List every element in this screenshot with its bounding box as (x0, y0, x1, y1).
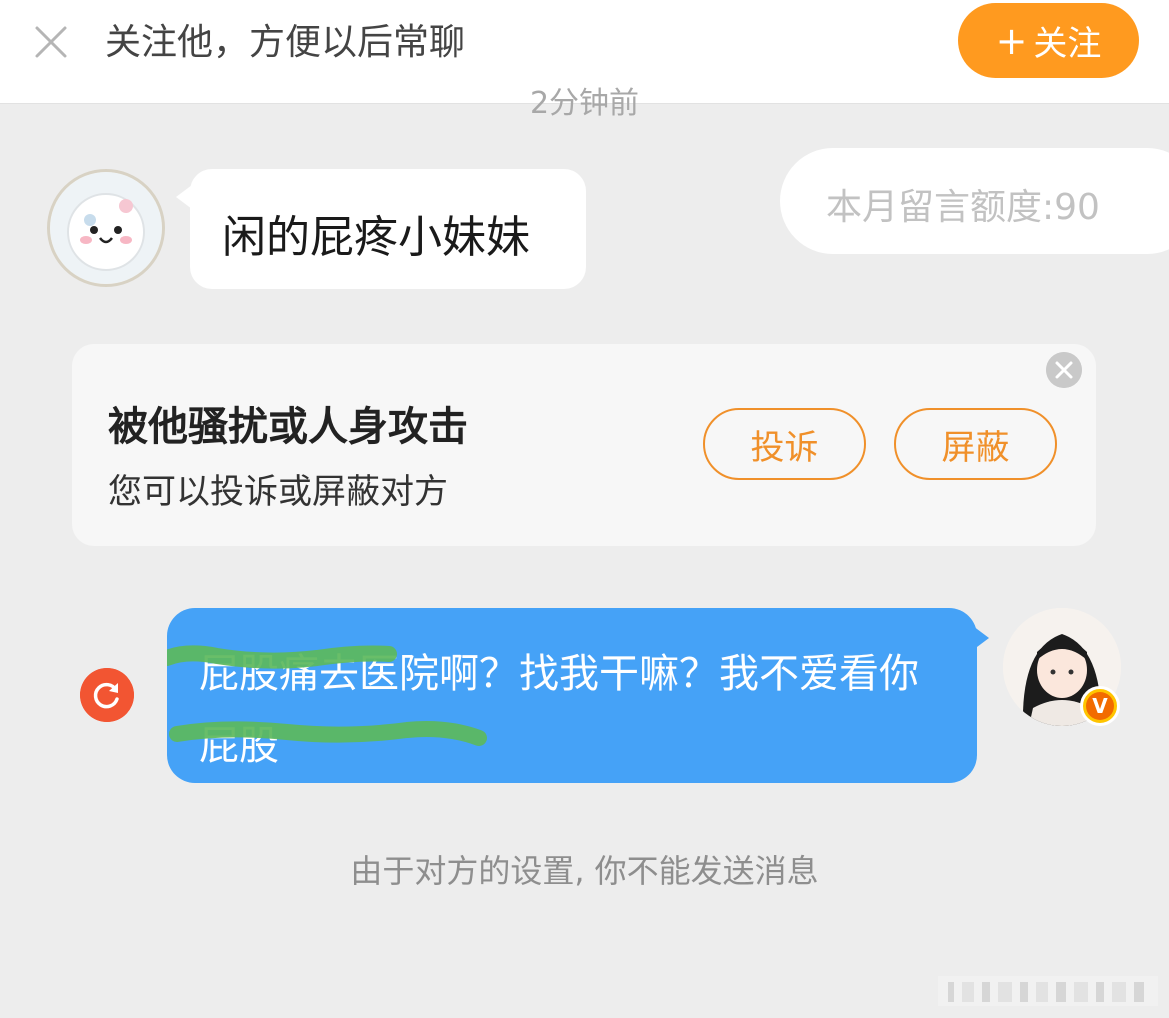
verified-badge: V (1080, 686, 1120, 726)
verified-v-icon: V (1086, 692, 1114, 720)
card-title: 被他骚扰或人身攻击 (108, 404, 468, 450)
incoming-message-bubble[interactable]: 闲的屁疼小妹妹 (176, 169, 586, 289)
block-button[interactable]: 屏蔽 (894, 408, 1057, 480)
outgoing-message-bubble[interactable]: 屁股痛去医院啊？找我干嘛？我不爱看你屁股 (167, 608, 989, 783)
follow-button-label: 关注 (1033, 24, 1102, 64)
plus-icon: + (995, 18, 1028, 63)
avatar-icon (50, 172, 162, 284)
retry-icon[interactable] (80, 668, 134, 722)
sender-avatar[interactable] (47, 169, 165, 287)
card-subtitle: 您可以投诉或屏蔽对方 (108, 472, 448, 512)
message-timestamp: 2分钟前 (529, 86, 640, 121)
complain-button[interactable]: 投诉 (703, 408, 866, 480)
watermark-graphic (938, 976, 1158, 1006)
quota-label: 本月留言额度:90 (826, 187, 1100, 228)
cannot-send-notice: 由于对方的设置, 你不能发送消息 (350, 852, 819, 890)
outgoing-message-text: 屁股痛去医院啊？找我干嘛？我不爱看你屁股 (199, 651, 919, 769)
report-block-card: 被他骚扰或人身攻击 您可以投诉或屏蔽对方 投诉 屏蔽 (72, 344, 1096, 546)
close-icon[interactable] (33, 24, 69, 60)
card-close-icon[interactable] (1046, 352, 1082, 388)
follow-prompt-text: 关注他，方便以后常聊 (105, 22, 466, 63)
follow-button[interactable]: + 关注 (958, 3, 1139, 78)
incoming-message-text: 闲的屁疼小妹妹 (222, 212, 530, 263)
quota-pill: 本月留言额度:90 (780, 148, 1169, 254)
